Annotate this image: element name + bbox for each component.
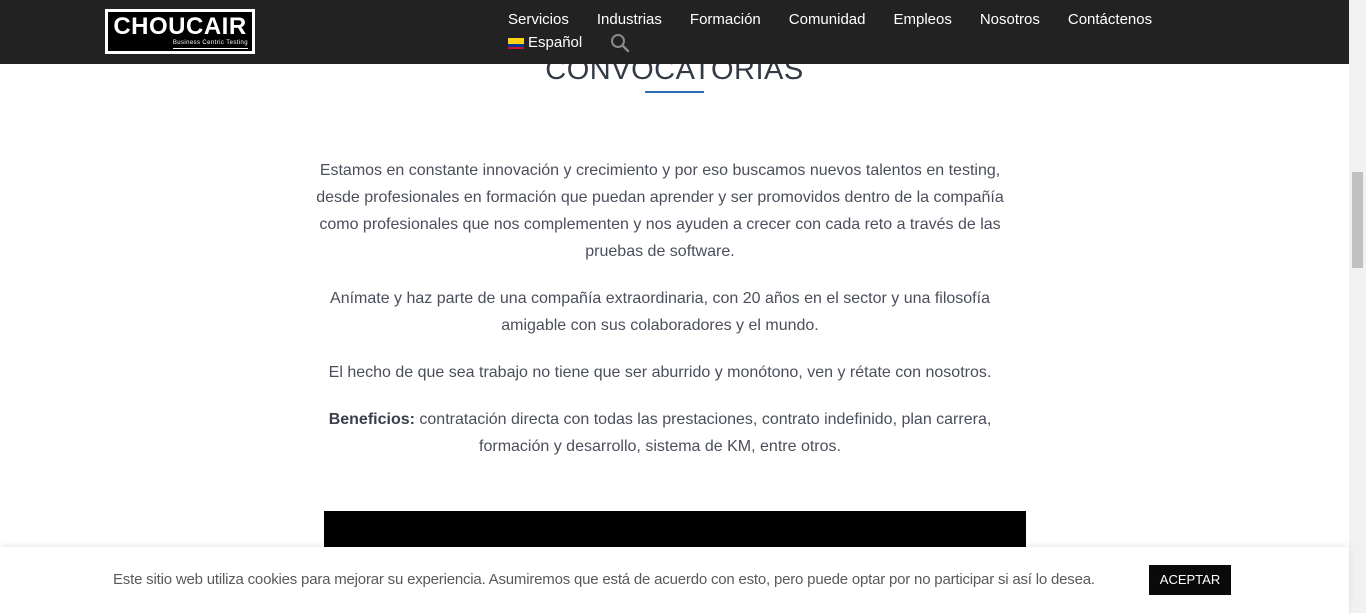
intro-text: Estamos en constante innovación y crecim… [310, 157, 1010, 480]
cookie-banner: Este sitio web utiliza cookies para mejo… [0, 547, 1349, 613]
nav-item-servicios[interactable]: Servicios [508, 10, 569, 30]
choucair-logo[interactable]: CHOUCAIR Business Centric Testing [105, 9, 255, 54]
language-selector[interactable]: Español [508, 33, 582, 53]
nav-item-formacion[interactable]: Formación [690, 10, 761, 30]
language-label: Español [528, 34, 583, 51]
paragraph-challenge: El hecho de que sea trabajo no tiene que… [328, 364, 992, 381]
cookie-notice-text: Este sitio web utiliza cookies para mejo… [113, 571, 1095, 588]
nav-secondary: Español [508, 33, 630, 53]
accept-cookies-button[interactable]: ACEPTAR [1149, 565, 1231, 595]
nav-item-empleos[interactable]: Empleos [893, 10, 951, 30]
search-icon[interactable] [610, 33, 630, 53]
nav-item-industrias[interactable]: Industrias [597, 10, 662, 30]
logo-text: CHOUCAIR [113, 13, 247, 40]
page-content: CONVOCATORIAS Estamos en constante innov… [0, 0, 1349, 613]
site-header: CHOUCAIR Business Centric Testing Servic… [0, 0, 1349, 64]
logo-tagline: Business Centric Testing [172, 40, 248, 49]
paragraph-benefits: Beneficios: contratación directa con tod… [310, 406, 1010, 460]
paragraph-innovation: Estamos en constante innovación y crecim… [316, 162, 1004, 260]
benefits-text: contratación directa con todas las prest… [414, 411, 992, 455]
title-underline [645, 91, 704, 93]
benefits-label: Beneficios: [328, 411, 415, 428]
scrollbar-thumb[interactable] [1352, 172, 1363, 268]
nav-item-comunidad[interactable]: Comunidad [789, 10, 866, 30]
nav-item-nosotros[interactable]: Nosotros [980, 10, 1040, 30]
page-scrollbar[interactable] [1349, 0, 1366, 613]
nav-item-contactenos[interactable]: Contáctenos [1068, 10, 1152, 30]
main-nav: Servicios Industrias Formación Comunidad… [508, 10, 1180, 30]
logo-mark: CHOUCAIR Business Centric Testing [108, 12, 252, 51]
colombia-flag-icon [508, 37, 524, 49]
paragraph-company: Anímate y haz parte de una compañía extr… [330, 290, 990, 334]
